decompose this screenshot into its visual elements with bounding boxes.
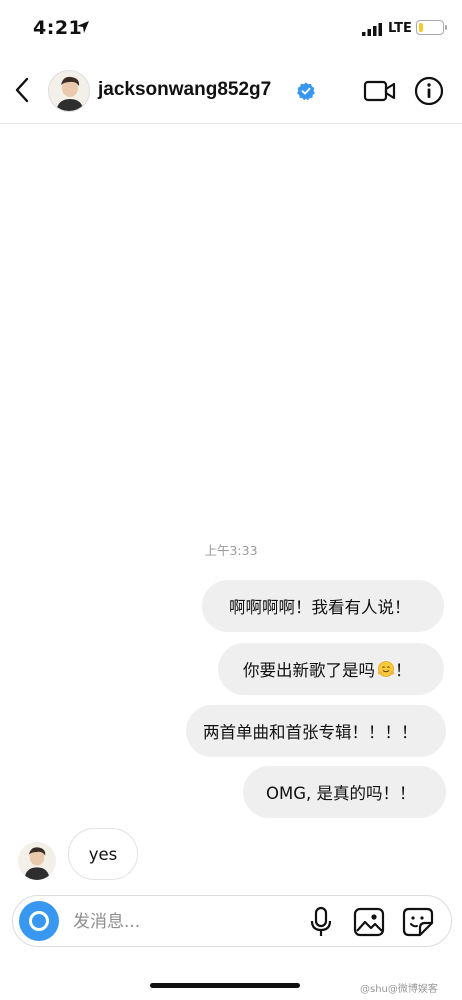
sender-avatar[interactable]	[18, 842, 56, 880]
chat-header: jacksonwang852g7	[0, 58, 462, 124]
message-composer	[12, 895, 452, 947]
home-indicator[interactable]	[150, 983, 300, 988]
sticker-icon[interactable]	[402, 907, 434, 937]
message-text: OMG, 是真的吗！！	[266, 784, 416, 803]
verified-badge-icon	[297, 82, 315, 100]
message-bubble-sent[interactable]: 啊啊啊啊！我看有人说！	[202, 580, 444, 632]
avatar-image	[18, 842, 56, 880]
signal-bars-icon	[362, 23, 382, 36]
gallery-icon[interactable]	[353, 907, 385, 937]
info-icon[interactable]	[414, 76, 444, 106]
battery-level	[418, 22, 423, 32]
message-input[interactable]	[73, 908, 293, 936]
status-bar: 4:21 LTE	[0, 0, 462, 58]
avatar[interactable]	[48, 70, 90, 112]
message-text: 啊啊啊啊！我看有人说！	[229, 598, 411, 617]
hugging-face-emoji-icon	[377, 661, 395, 677]
message-text: 你要出新歌了是吗	[243, 661, 375, 680]
username[interactable]: jacksonwang852g7	[98, 79, 271, 101]
status-time: 4:21	[33, 17, 83, 39]
message-text: 两首单曲和首张专辑！！！！	[203, 723, 418, 742]
message-bubble-received[interactable]: yes	[68, 828, 138, 880]
message-timestamp: 上午3:33	[204, 543, 258, 558]
microphone-icon[interactable]	[309, 906, 333, 938]
message-bubble-sent[interactable]: 两首单曲和首张专辑！！！！	[186, 705, 446, 757]
location-arrow-icon	[77, 21, 89, 33]
chevron-left-icon[interactable]	[12, 75, 34, 105]
message-text: yes	[88, 844, 118, 864]
camera-button[interactable]	[19, 901, 59, 941]
network-label: LTE	[388, 21, 412, 36]
camera-icon	[29, 911, 49, 931]
battery-icon	[416, 20, 447, 35]
message-text-suffix: ！	[395, 661, 412, 680]
watermark: @shu@微博娱客	[360, 984, 438, 995]
message-bubble-sent[interactable]: 你要出新歌了是吗 ！	[218, 643, 444, 695]
avatar-image	[49, 71, 89, 111]
message-bubble-sent[interactable]: OMG, 是真的吗！！	[243, 766, 446, 818]
video-call-icon[interactable]	[363, 78, 397, 104]
